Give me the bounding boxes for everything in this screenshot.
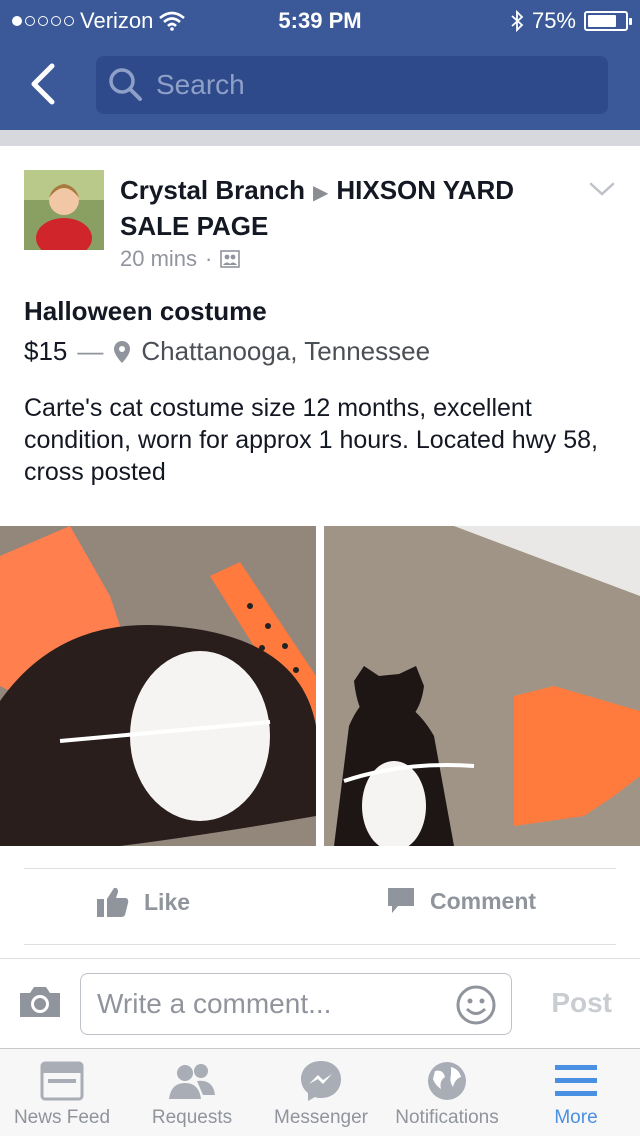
item-price: $15 bbox=[24, 336, 68, 366]
feed-separator bbox=[0, 130, 640, 146]
like-label: Like bbox=[144, 888, 191, 915]
author-avatar[interactable] bbox=[24, 170, 104, 250]
tab-notifications[interactable]: Notifications bbox=[384, 1049, 510, 1136]
tab-label: Messenger bbox=[274, 1107, 368, 1128]
tab-messenger[interactable]: Messenger bbox=[258, 1049, 384, 1136]
thumbs-up-icon bbox=[97, 887, 129, 917]
post-card: Crystal Branch ▶ HIXSON YARD SALE PAGE 20 … bbox=[0, 146, 640, 956]
emoji-button[interactable] bbox=[455, 984, 497, 1031]
globe-icon bbox=[428, 1062, 466, 1100]
comment-input[interactable]: Write a comment... bbox=[80, 973, 512, 1035]
top-bar: Verizon 5:39 PM 75% Search bbox=[0, 0, 640, 130]
group-audience-icon bbox=[220, 250, 241, 268]
back-button[interactable] bbox=[24, 58, 72, 110]
post-options-button[interactable] bbox=[588, 180, 616, 203]
actions-divider-top bbox=[24, 868, 616, 869]
post-header: Crystal Branch ▶ HIXSON YARD SALE PAGE bbox=[120, 174, 580, 243]
post-comment-button[interactable]: Post bbox=[551, 987, 612, 1019]
tab-label: More bbox=[554, 1107, 598, 1128]
post-time[interactable]: 20 mins bbox=[120, 246, 197, 272]
tab-label: Requests bbox=[151, 1107, 233, 1128]
actions-divider-bottom bbox=[24, 944, 616, 945]
tab-label: News Feed bbox=[13, 1107, 111, 1128]
price-dash: — bbox=[77, 336, 104, 366]
battery-percent: 75% bbox=[531, 8, 576, 33]
status-bar: Verizon 5:39 PM 75% bbox=[0, 0, 640, 40]
messenger-icon bbox=[301, 1061, 341, 1101]
chevron-down-icon bbox=[589, 182, 615, 196]
item-location[interactable]: Chattanooga, Tennessee bbox=[141, 336, 430, 367]
tab-more[interactable]: More bbox=[512, 1049, 640, 1136]
requests-icon bbox=[169, 1064, 215, 1099]
search-placeholder: Search bbox=[156, 69, 245, 100]
tab-requests[interactable]: Requests bbox=[128, 1049, 256, 1136]
post-meta: 20 mins · bbox=[120, 246, 241, 272]
comment-placeholder: Write a comment... bbox=[97, 988, 332, 1019]
comment-bubble-icon bbox=[388, 888, 414, 913]
triangle-right-icon: ▶ bbox=[312, 182, 329, 204]
tab-label: Notifications bbox=[395, 1107, 499, 1128]
comment-button[interactable]: Comment bbox=[386, 886, 536, 916]
search-input[interactable]: Search bbox=[96, 56, 608, 114]
post-description: Carte's cat costume size 12 months, exce… bbox=[24, 394, 598, 486]
item-title: Halloween costume bbox=[24, 296, 267, 326]
price-location-row: $15 — Chattanooga, Tennessee bbox=[24, 336, 430, 367]
comment-label: Comment bbox=[430, 887, 537, 914]
post-photo[interactable] bbox=[0, 526, 316, 846]
meta-separator: · bbox=[205, 246, 213, 271]
comment-composer: Write a comment... Post bbox=[0, 958, 640, 1048]
news-feed-icon bbox=[40, 1061, 84, 1101]
author-name[interactable]: Crystal Branch bbox=[120, 175, 305, 205]
tab-news-feed[interactable]: News Feed bbox=[0, 1049, 124, 1136]
chevron-left-icon bbox=[31, 63, 55, 105]
menu-icon bbox=[555, 1065, 597, 1096]
like-button[interactable]: Like bbox=[96, 886, 190, 918]
post-photo[interactable] bbox=[324, 526, 640, 846]
location-pin-icon bbox=[114, 340, 131, 363]
bluetooth-icon bbox=[511, 10, 524, 32]
battery-icon bbox=[584, 11, 632, 31]
search-icon bbox=[109, 68, 142, 101]
camera-icon bbox=[20, 987, 60, 1017]
camera-button[interactable] bbox=[18, 983, 62, 1024]
smiley-icon bbox=[456, 985, 496, 1025]
bottom-tab-bar: News Feed Requests Messenger Notificatio… bbox=[0, 1048, 640, 1136]
status-right: 75% bbox=[510, 8, 632, 34]
